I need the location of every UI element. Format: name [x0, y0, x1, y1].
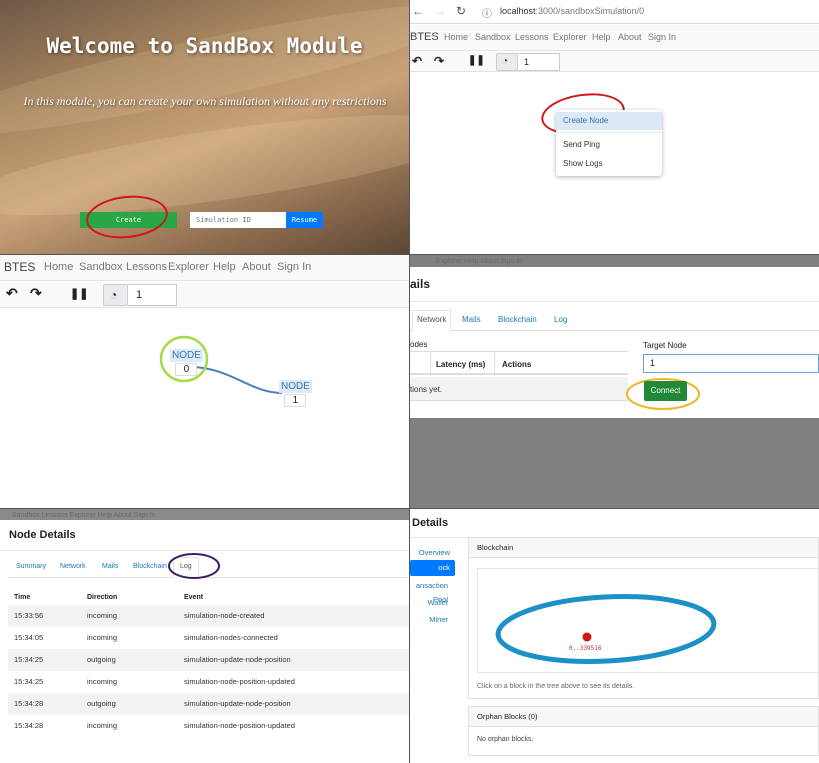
welcome-subtitle: In this module, you can create your own … — [23, 94, 387, 108]
card-header: Orphan Blocks (0) — [469, 707, 818, 727]
node-log-panel: Sandbox Lessons Explorer Help About Sign… — [0, 509, 409, 763]
info-icon[interactable]: ⓘ — [482, 5, 492, 20]
node-id: 0 — [175, 363, 198, 376]
menu-divider — [556, 132, 662, 133]
navbar: BTES Home Sandbox Lessons Explorer Help … — [410, 25, 819, 51]
orphan-card: Orphan Blocks (0) No orphan blocks. — [468, 706, 819, 756]
connect-button[interactable]: Connect — [644, 381, 687, 401]
blockchain-panel: Details Overview ock Database ansaction … — [410, 509, 819, 763]
graph-node[interactable]: NODE 0 — [170, 349, 203, 376]
nav-sign-in[interactable]: Sign In — [648, 32, 676, 42]
menu-item-send-ping[interactable]: Send Ping — [556, 136, 662, 154]
nav-explorer[interactable]: Explorer — [553, 32, 587, 42]
resume-button[interactable]: Resume — [286, 212, 323, 228]
reload-icon[interactable]: ↻ — [456, 4, 466, 18]
nav-sandbox[interactable]: Sandbox — [475, 32, 511, 42]
speed-icon: ◔ — [496, 53, 518, 71]
forward-arrow-icon[interactable]: → — [434, 4, 446, 18]
node-label: NODE — [279, 380, 312, 393]
node-id: 1 — [284, 394, 307, 407]
node-label: NODE — [170, 349, 203, 362]
address-bar[interactable]: localhost:3000/sandboxSimulation/0 — [500, 6, 644, 16]
redo-icon[interactable]: ↷ — [434, 54, 444, 68]
nav-home[interactable]: Home — [444, 32, 468, 42]
graph-canvas[interactable] — [0, 255, 409, 508]
orphan-empty: No orphan blocks. — [477, 736, 534, 743]
pause-icon[interactable]: ❚❚ — [468, 55, 485, 66]
purple-annotation-circle — [168, 553, 220, 579]
welcome-panel: Welcome to SandBox Module In this module… — [0, 0, 409, 254]
context-menu: Create Node Send Ping Show Logs — [556, 110, 662, 176]
network-panel: Explorer Help About Sign In ails Network… — [410, 255, 819, 508]
back-arrow-icon[interactable]: ← — [412, 4, 424, 18]
menu-item-show-logs[interactable]: Show Logs — [556, 155, 662, 173]
undo-icon[interactable]: ↶ — [412, 54, 422, 68]
target-node-input[interactable]: 1 — [643, 354, 819, 373]
graph-panel: BTES Home Sandbox Lessons Explorer Help … — [0, 255, 409, 508]
browser-chrome: ← → ↻ ⓘ localhost:3000/sandboxSimulation… — [410, 0, 819, 24]
menu-item-create-node[interactable]: Create Node — [556, 112, 662, 130]
speed-input[interactable]: 1 — [518, 53, 560, 71]
annotation-layer — [626, 378, 700, 410]
nav-about[interactable]: About — [618, 32, 642, 42]
block-hash: 0..339516 — [569, 645, 602, 652]
nav-help[interactable]: Help — [592, 32, 611, 42]
graph-node[interactable]: NODE 1 — [279, 380, 312, 407]
simulation-id-input[interactable] — [190, 212, 286, 228]
nav-lessons[interactable]: Lessons — [515, 32, 549, 42]
brand[interactable]: BTES — [410, 31, 439, 43]
annotation-layer — [168, 553, 220, 579]
block-node[interactable] — [582, 632, 592, 642]
welcome-title: Welcome to SandBox Module — [46, 34, 363, 58]
blue-annotation-circle — [495, 594, 717, 664]
sim-toolbar: ↶ ↷ ❚❚ ◔ 1 — [410, 52, 819, 72]
